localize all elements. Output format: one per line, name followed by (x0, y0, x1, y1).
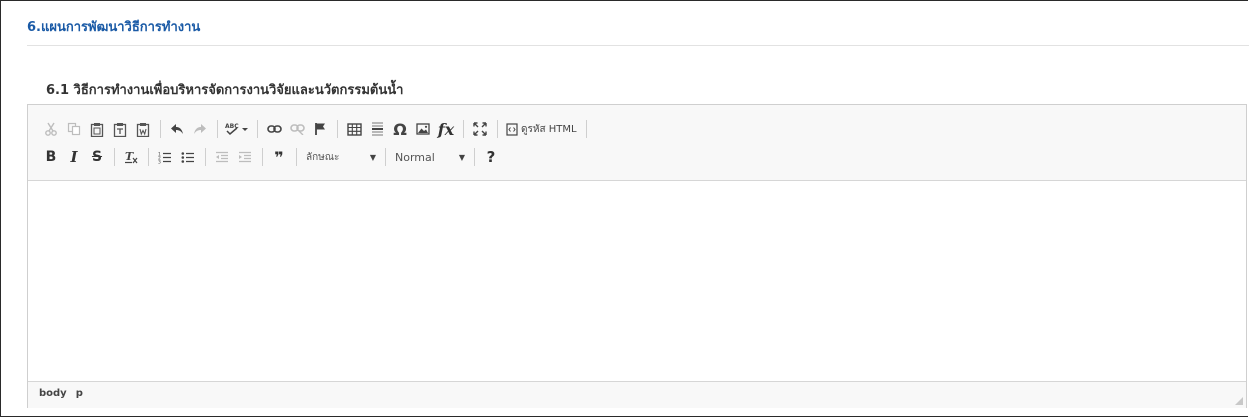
maximize-icon[interactable] (469, 118, 491, 140)
editor-toolbar: ABC Ω fx ดูรหัส HTML B I S T 1 2 3 ❞ ลัก… (28, 105, 1246, 181)
omega-icon[interactable]: Ω (389, 118, 411, 140)
element-path: body p (39, 388, 92, 399)
horizontal-line-icon[interactable] (366, 118, 388, 140)
svg-text:T: T (125, 150, 134, 163)
image-icon[interactable] (412, 118, 434, 140)
styles-dropdown-value: ลักษณะ (306, 151, 340, 163)
toolbar-separator (337, 120, 338, 138)
anchor-flag-icon[interactable] (309, 118, 331, 140)
unlink-icon[interactable] (286, 118, 308, 140)
link-icon[interactable] (263, 118, 285, 140)
italic-button[interactable]: I (63, 146, 85, 168)
format-dropdown-value: Normal (395, 150, 435, 164)
chevron-down-icon: ▼ (369, 152, 376, 162)
format-dropdown[interactable]: Normal ▼ (391, 146, 469, 168)
toolbar-separator (262, 148, 263, 166)
strikethrough-button[interactable]: S (86, 146, 108, 168)
toolbar-separator (114, 148, 115, 166)
help-button[interactable]: ? (480, 146, 502, 168)
svg-text:3: 3 (158, 159, 161, 164)
remove-format-icon[interactable]: T (120, 146, 142, 168)
field-label: 6.1 วิธีการทำงานเพื่อบริหารจัดการงานวิจั… (46, 83, 404, 98)
resize-handle-icon[interactable] (1235, 397, 1243, 405)
table-icon[interactable] (343, 118, 365, 140)
toolbar-separator (474, 148, 475, 166)
paste-from-word-icon[interactable] (132, 118, 154, 140)
paste-text-icon[interactable] (109, 118, 131, 140)
toolbar-separator (160, 120, 161, 138)
toolbar-row-1: ABC Ω fx ดูรหัส HTML (40, 117, 592, 141)
editor-content-area[interactable] (28, 181, 1246, 381)
toolbar-separator (463, 120, 464, 138)
copy-icon[interactable] (63, 118, 85, 140)
toolbar-separator (257, 120, 258, 138)
source-button-label: ดูรหัส HTML (521, 123, 577, 135)
toolbar-separator (585, 120, 587, 138)
section-divider (27, 45, 1249, 46)
outdent-icon[interactable] (211, 146, 233, 168)
toolbar-separator (497, 120, 498, 138)
path-item-body[interactable]: body (39, 388, 67, 399)
path-item-p[interactable]: p (76, 388, 83, 399)
spellcheck-icon[interactable]: ABC (223, 118, 251, 140)
fx-icon[interactable]: fx (435, 118, 457, 140)
paste-icon[interactable] (86, 118, 108, 140)
editor-statusbar: body p (28, 381, 1246, 408)
indent-icon[interactable] (234, 146, 256, 168)
numbered-list-icon[interactable]: 123 (154, 146, 176, 168)
source-icon (506, 122, 518, 136)
toolbar-row-2: B I S T 123 ❞ ลักษณะ ▼ Normal ▼ ? (40, 145, 503, 169)
chevron-down-icon: ▼ (458, 152, 465, 162)
undo-icon[interactable] (166, 118, 188, 140)
blockquote-button[interactable]: ❞ (268, 146, 290, 168)
bold-button[interactable]: B (40, 146, 62, 168)
section-title: 6.แผนการพัฒนาวิธีการทำงาน (27, 20, 201, 35)
toolbar-separator (148, 148, 149, 166)
bulleted-list-icon[interactable] (177, 146, 199, 168)
toolbar-separator (385, 148, 386, 166)
rich-text-editor: ABC Ω fx ดูรหัส HTML B I S T 1 2 3 ❞ ลัก… (27, 104, 1247, 408)
cut-icon[interactable] (40, 118, 62, 140)
styles-dropdown[interactable]: ลักษณะ ▼ (302, 146, 380, 168)
toolbar-separator (205, 148, 206, 166)
source-button[interactable]: ดูรหัส HTML (503, 118, 580, 140)
svg-text:ABC: ABC (225, 123, 239, 130)
toolbar-separator (217, 120, 218, 138)
toolbar-separator (296, 148, 297, 166)
redo-icon[interactable] (189, 118, 211, 140)
